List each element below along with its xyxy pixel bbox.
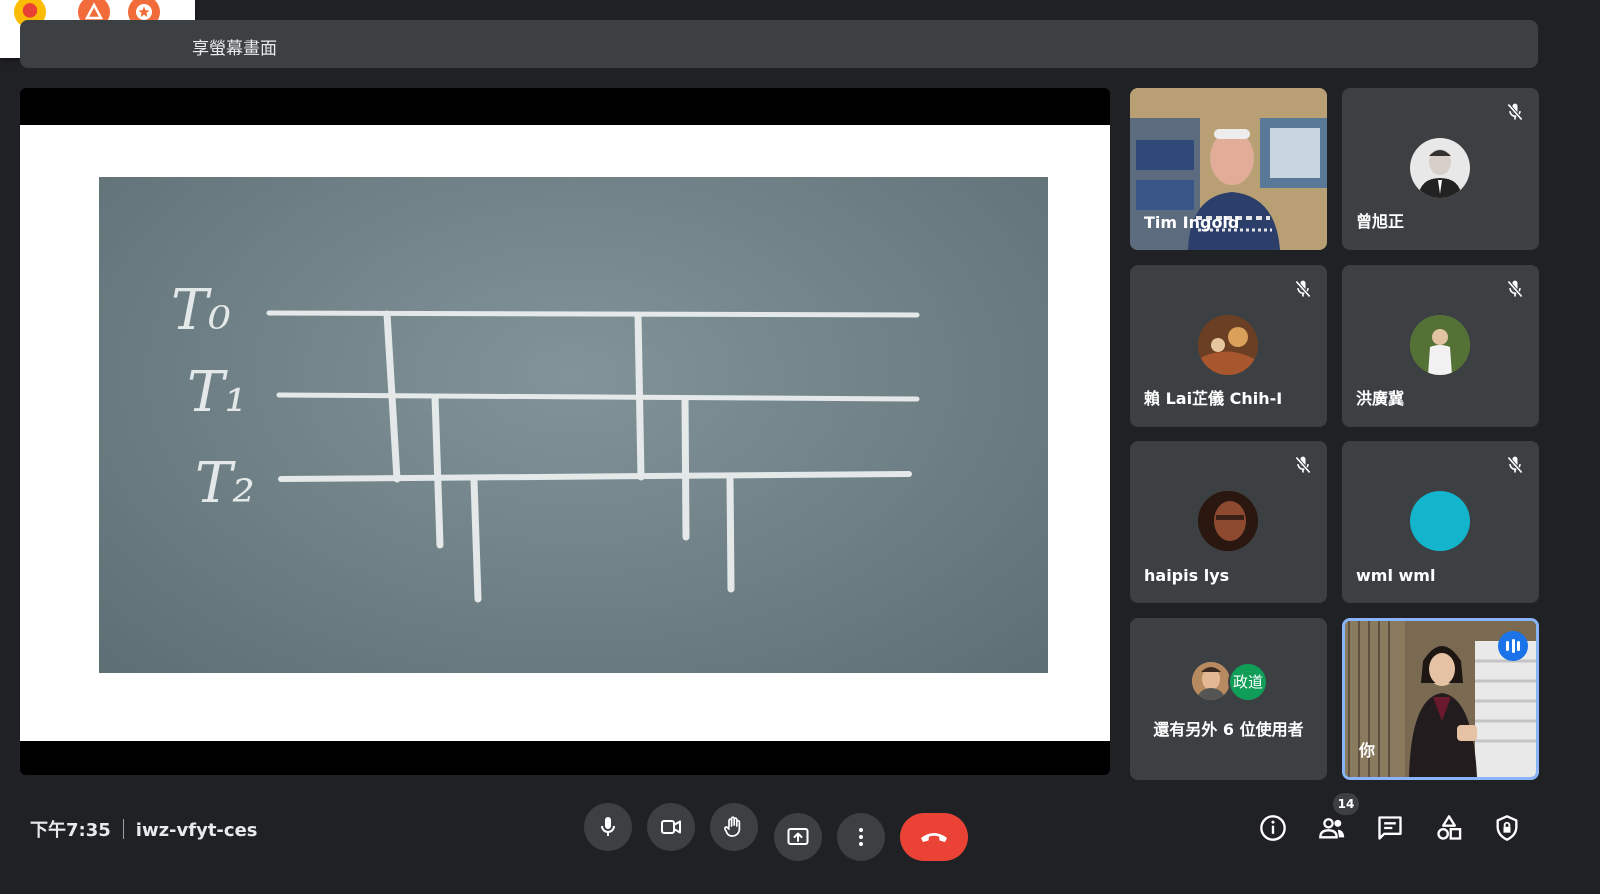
participant-tile-lai[interactable]: 賴 Lai芷儀 Chih-I (1130, 265, 1327, 427)
more-options-icon (859, 828, 863, 846)
avatar (1410, 315, 1470, 375)
end-call-icon (921, 833, 947, 842)
separator (122, 819, 124, 839)
participant-name: 洪廣冀 (1356, 389, 1405, 408)
raise-hand-icon (724, 816, 741, 837)
host-controls-icon[interactable] (1493, 814, 1521, 842)
chalk-diagram: T₀ T₁ T₂ (171, 278, 920, 603)
speaking-indicator-icon (1498, 631, 1528, 661)
chalkboard-image: T₀ T₁ T₂ (99, 177, 1048, 673)
avatar (1410, 138, 1470, 198)
self-name: 你 (1359, 741, 1376, 760)
present-screen-icon (787, 828, 809, 845)
mic-off-icon (1507, 280, 1523, 298)
screen-share-banner: 享螢幕畫面 (20, 20, 1538, 68)
mic-off-icon (1295, 456, 1311, 474)
participant-tile-wml[interactable]: wml wml (1342, 441, 1539, 603)
mic-button[interactable] (584, 803, 632, 851)
people-count-badge: 14 (1333, 793, 1359, 815)
avatar (1198, 315, 1258, 375)
mic-off-icon (1507, 456, 1523, 474)
avatar (1410, 491, 1470, 551)
participant-name: 曾旭正 (1356, 212, 1405, 231)
mic-off-icon (1295, 280, 1311, 298)
chat-icon[interactable] (1376, 814, 1404, 842)
meeting-info: 下午7:35 iwz-vfyt-ces (30, 816, 258, 842)
participant-tile-zeng[interactable]: 曾旭正 (1342, 88, 1539, 250)
label-t0: T₀ (171, 278, 231, 343)
end-call-button[interactable] (900, 813, 968, 861)
activities-icon[interactable] (1435, 814, 1463, 842)
slide: T₀ T₁ T₂ (20, 125, 1110, 741)
participant-name: Tim Ingold (1144, 213, 1240, 232)
others-tile[interactable]: 政道 還有另外 6 位使用者 (1130, 618, 1327, 780)
label-t2: T₂ (195, 451, 255, 516)
others-chip: 政道 (1228, 662, 1268, 702)
present-screen-button[interactable] (774, 813, 822, 861)
mic-icon (601, 817, 615, 836)
participant-tile-tim-ingold[interactable]: Tim Ingold (1130, 88, 1327, 250)
info-icon[interactable] (1259, 814, 1287, 842)
label-t1: T₁ (187, 360, 247, 425)
participant-name: wml wml (1356, 566, 1436, 585)
screen-share-banner-text: 享螢幕畫面 (192, 39, 277, 59)
self-tile[interactable]: 你 (1342, 618, 1539, 780)
raise-hand-button[interactable] (710, 803, 758, 851)
camera-button[interactable] (647, 803, 695, 851)
mic-off-icon (1507, 103, 1523, 121)
others-label: 還有另外 6 位使用者 (1153, 720, 1304, 739)
presentation-view[interactable]: T₀ T₁ T₂ (20, 88, 1110, 775)
others-avatar (1192, 662, 1230, 700)
people-icon[interactable] (1318, 814, 1346, 842)
camera-icon (661, 820, 681, 834)
more-options-button[interactable] (837, 813, 885, 861)
participant-tile-haipis[interactable]: haipis lys (1130, 441, 1327, 603)
participant-name: 賴 Lai芷儀 Chih-I (1144, 389, 1283, 408)
meeting-code[interactable]: iwz-vfyt-ces (136, 820, 258, 841)
participant-tile-hong[interactable]: 洪廣冀 (1342, 265, 1539, 427)
meeting-time: 下午7:35 (30, 820, 111, 841)
avatar (1198, 491, 1258, 551)
participant-name: haipis lys (1144, 566, 1230, 585)
